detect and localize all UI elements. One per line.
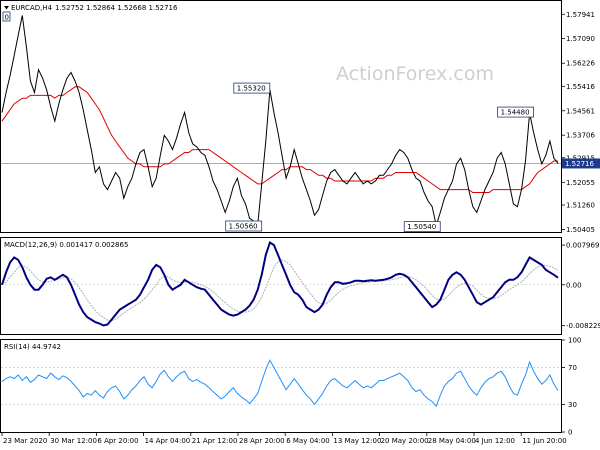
annotation-label: 1.54480 xyxy=(501,109,530,117)
annotation-label: 1.50540 xyxy=(407,223,436,231)
time-tick-label: 28 Apr 20:00 xyxy=(239,437,285,445)
price-tick-label: 1.57941 xyxy=(566,11,595,19)
time-tick-label: 20 May 20:00 xyxy=(381,437,429,445)
rsi-tick-label: 70 xyxy=(568,364,577,372)
time-tick-label: 6 May 04:00 xyxy=(286,437,330,445)
current-price-tag-label: 1.52716 xyxy=(565,160,594,168)
time-tick-label: 11 Jun 20:00 xyxy=(522,437,566,445)
time-tick-label: 21 Apr 12:00 xyxy=(192,437,238,445)
price-tick-label: 1.50405 xyxy=(566,226,595,234)
time-tick-label: 28 May 04:00 xyxy=(428,437,476,445)
time-tick-label: 30 Mar 12:00 xyxy=(50,437,97,445)
price-tick-label: 1.54561 xyxy=(566,107,595,115)
rsi-tick-label: 0 xyxy=(568,429,572,437)
time-tick-label: 4 Jun 12:00 xyxy=(475,437,515,445)
price-axis-ticks: 1.57941 1.57090 1.56226 1.55416 1.54561 1.537… xyxy=(561,11,595,234)
watermark: ActionForex.com xyxy=(336,63,494,85)
price-tick-label: 1.52055 xyxy=(566,179,595,187)
price-tick-label: 1.56226 xyxy=(566,60,595,68)
eurcad-h4-chart: ActionForex.com 1.55320 1.50560 1.50540 1.5… xyxy=(0,0,600,445)
macd-panel-frame xyxy=(0,237,562,335)
price-tick-label: 1.53706 xyxy=(566,132,595,140)
time-tick-label: 6 Apr 20:00 xyxy=(97,437,138,445)
macd-axis-ticks: 0.007969 0.00 -0.008229 xyxy=(561,242,600,330)
rsi-axis-ticks: 100 70 30 0 xyxy=(561,337,581,437)
time-axis-ticks: 23 Mar 2020 30 Mar 12:00 6 Apr 20:00 14 Apr… xyxy=(1,432,567,445)
symbol-label: EURCAD,H4 xyxy=(11,4,53,12)
time-tick-label: 14 Apr 04:00 xyxy=(145,437,191,445)
price-tick-label: 1.55416 xyxy=(566,83,595,91)
macd-tick-label: -0.008229 xyxy=(566,322,600,330)
rsi-label: RSI(14) 44.9742 xyxy=(4,343,61,351)
price-tick-label: 1.51260 xyxy=(566,202,595,210)
annotation-label: 1.55320 xyxy=(237,85,266,93)
rsi-tick-label: 100 xyxy=(568,337,581,345)
rsi-tick-label: 30 xyxy=(568,401,577,409)
current-price-tag: 1.52716 xyxy=(562,158,600,169)
price-tick-label: 1.57090 xyxy=(566,35,595,43)
macd-tick-label: 0.007969 xyxy=(566,242,599,250)
badge-label: 0 xyxy=(5,14,9,22)
annotation-label: 1.50560 xyxy=(229,223,258,231)
rsi-panel-frame xyxy=(0,339,562,433)
ohlc-values: 1.52752 1.52864 1.52668 1.52716 xyxy=(55,4,178,12)
macd-label: MACD(12,26,9) 0.001417 0.002865 xyxy=(4,241,128,249)
time-tick-label: 13 May 12:00 xyxy=(333,437,381,445)
macd-tick-label: 0.00 xyxy=(566,281,582,289)
time-tick-label: 23 Mar 2020 xyxy=(3,437,47,445)
